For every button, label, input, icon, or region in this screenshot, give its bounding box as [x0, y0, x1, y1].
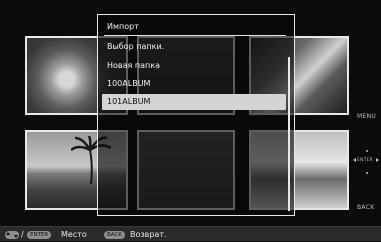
updown-arrows-icon — [5, 231, 19, 239]
scrollbar[interactable] — [288, 57, 290, 211]
back-key-badge: BACK — [104, 231, 125, 239]
down-dot-icon — [366, 172, 368, 174]
footer-bar: / ENTER Место BACK Возврат. — [0, 226, 381, 241]
enter-key-badge: ENTER — [27, 231, 52, 239]
back-button-label[interactable]: BACK — [357, 204, 374, 211]
back-hint-text: Возврат. — [130, 230, 167, 239]
dialog-subtitle: Выбор папки. — [107, 42, 165, 51]
left-arrow-icon — [353, 158, 356, 162]
menu-button-label[interactable]: MENU — [357, 113, 376, 120]
dialog-title: Импорт — [107, 22, 139, 31]
arrows-glyph — [6, 232, 18, 238]
footer-slash: / — [21, 230, 24, 239]
import-dialog: Импорт Выбор папки. Новая папка 100ALBUM… — [97, 14, 295, 216]
folder-list: Новая папка 100ALBUM 101ALBUM — [102, 58, 286, 112]
list-item-101album[interactable]: 101ALBUM — [102, 94, 286, 110]
up-dot-icon — [366, 150, 368, 152]
enter-hint-text: Место — [61, 230, 87, 239]
list-item-new-folder[interactable]: Новая папка — [102, 58, 286, 74]
right-arrow-icon — [376, 158, 379, 162]
scrollbar-thumb[interactable] — [288, 57, 290, 211]
enter-button-label[interactable]: ENTER — [357, 158, 373, 163]
photo-frame-screen: Импорт Выбор папки. Новая папка 100ALBUM… — [0, 0, 381, 241]
title-divider — [104, 35, 286, 36]
list-item-100album[interactable]: 100ALBUM — [102, 76, 286, 92]
